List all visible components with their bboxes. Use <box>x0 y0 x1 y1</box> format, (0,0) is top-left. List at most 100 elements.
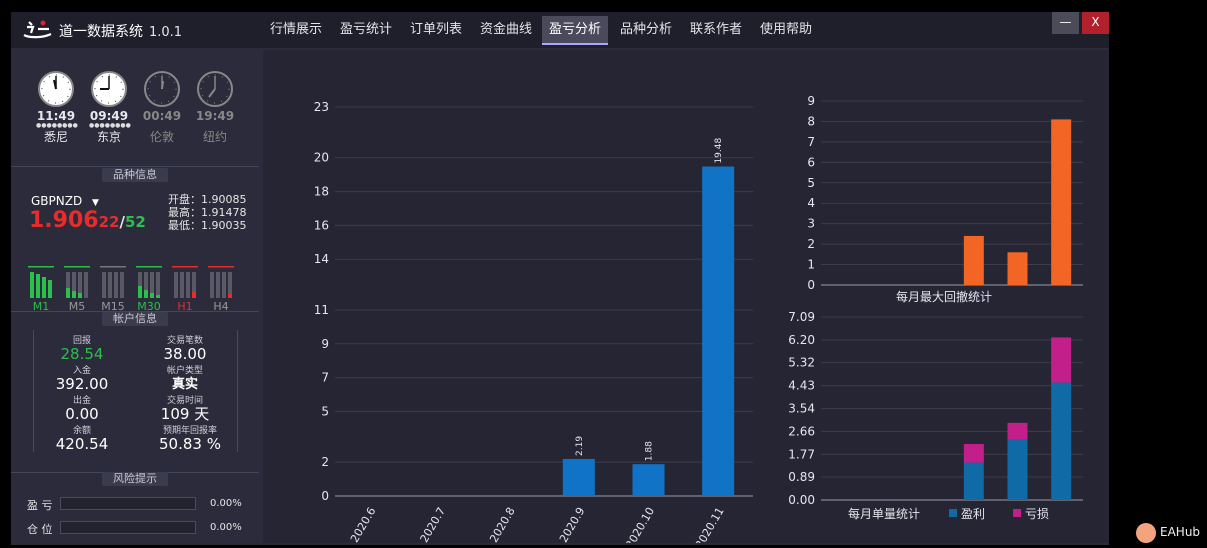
risk-pnl-value: 0.00% <box>210 498 242 509</box>
clock-city: 东京 <box>96 130 121 144</box>
y-tick-label: 5 <box>807 176 815 190</box>
quote-display: 1.90622/52 <box>29 208 146 233</box>
y-tick-label: 7.09 <box>788 310 815 324</box>
y-tick-label: 7 <box>807 135 815 149</box>
tab-symbol-analysis[interactable]: 品种分析 <box>614 16 678 43</box>
clock-time: 00:49 <box>142 109 182 123</box>
signal-meter-icon <box>136 266 162 298</box>
clock-city: 伦敦 <box>149 130 174 144</box>
y-tick-label: 9 <box>807 94 815 108</box>
y-tick-label: 16 <box>314 218 329 232</box>
account-withdrawal: 出金 0.00 <box>41 393 123 423</box>
account-return: 回报 28.54 <box>41 333 123 363</box>
ask-pips: 52 <box>124 213 146 231</box>
symbol-section-label: 品种信息 <box>102 168 168 182</box>
bar <box>1007 252 1028 285</box>
account-section-label: 帐户信息 <box>102 312 168 326</box>
stacked-bar-segment <box>1051 382 1072 500</box>
risk-position-value: 0.00% <box>210 522 242 533</box>
timeframe-h1[interactable]: H1 <box>171 266 199 313</box>
field-value: 真实 <box>171 377 198 392</box>
clock-face-icon <box>91 71 127 107</box>
x-tick-label: 2020.10 <box>623 505 657 543</box>
tab-help[interactable]: 使用帮助 <box>754 16 818 43</box>
chart-title: 每月单量统计 <box>848 506 920 521</box>
tab-pnl-stats[interactable]: 盈亏统计 <box>334 16 398 43</box>
tab-pnl-analysis[interactable]: 盈亏分析 <box>542 16 608 45</box>
y-tick-label: 2 <box>321 455 329 469</box>
close-button[interactable]: X <box>1082 12 1109 34</box>
y-tick-label: 7 <box>321 371 329 385</box>
app-version: 1.0.1 <box>149 25 183 40</box>
minimize-button[interactable]: — <box>1052 12 1079 34</box>
y-tick-label: 6.20 <box>788 333 815 347</box>
chevron-down-icon: ▼ <box>92 198 99 208</box>
clock-city: 纽约 <box>202 130 227 144</box>
tab-orders[interactable]: 订单列表 <box>404 16 468 43</box>
risk-position-bar <box>60 521 196 534</box>
bar <box>562 458 595 496</box>
x-tick-label: 2020.9 <box>557 505 588 543</box>
y-tick-label: 14 <box>314 252 329 266</box>
timeframe-h4[interactable]: H4 <box>207 266 235 313</box>
eahub-badge[interactable]: EAHub <box>1136 523 1201 543</box>
symbol-name: GBPNZD <box>31 194 83 208</box>
divider <box>33 330 34 452</box>
tab-equity-curve[interactable]: 资金曲线 <box>474 16 538 43</box>
timeframe-m5[interactable]: M5 <box>63 266 91 313</box>
field-label: 帐户类型 <box>166 366 203 376</box>
y-tick-label: 0 <box>807 278 815 292</box>
tab-contact[interactable]: 联系作者 <box>684 16 748 43</box>
account-trades: 交易笔数 38.00 <box>144 333 226 363</box>
signal-meter-icon <box>208 266 234 298</box>
badge-text: EAHub <box>1160 525 1201 539</box>
timeframe-m1[interactable]: M1 <box>27 266 55 313</box>
app-logo-icon <box>23 20 52 39</box>
x-tick-label: 2020.6 <box>348 505 379 543</box>
field-value: 0.00 <box>65 405 99 423</box>
clock-newyork: 19:49 纽约 <box>195 70 235 145</box>
field-value: 420.54 <box>55 435 109 453</box>
eahub-logo-icon <box>1136 523 1156 543</box>
account-type: 帐户类型 真实 <box>144 363 226 393</box>
risk-position-label: 仓 位 <box>27 523 53 536</box>
clock-sydney: 11:49 ●●●●●●●● 悉尼 <box>36 70 78 145</box>
y-tick-label: 2 <box>807 237 815 251</box>
y-tick-label: 18 <box>314 185 329 199</box>
data-label: 1.88 <box>645 441 655 461</box>
risk-section-label: 风险提示 <box>102 472 168 486</box>
stacked-bar-segment <box>1051 337 1072 383</box>
field-value: 109 天 <box>160 405 210 423</box>
symbol-selector[interactable]: GBPNZD ▼ <box>31 194 99 208</box>
account-annual-return: 预期年回报率 50.83 % <box>144 423 236 453</box>
chart-title: 每月最大回撤统计 <box>896 289 992 304</box>
field-value: 28.54 <box>60 345 104 363</box>
timeframe-m30[interactable]: M30 <box>135 266 163 313</box>
tab-market[interactable]: 行情展示 <box>264 16 328 43</box>
clock-time: 19:49 <box>195 109 235 123</box>
charts-svg: 025791114161820232020.6 2020.7 2020.82.192… <box>314 94 1083 548</box>
y-tick-label: 8 <box>807 114 815 128</box>
y-tick-label: 0.89 <box>788 470 815 484</box>
chart-area: 0 2 5 7 9 11 14 16 18 20 23 2020.6 2020.7 2020.8 2.19 2… <box>263 50 1109 548</box>
legend-label: 盈利 <box>961 507 985 521</box>
left-panel: 11:49 ●●●●●●●● 悉尼 09:49 ●●●●●●●● 东京 00:4… <box>11 48 259 545</box>
divider <box>11 166 259 167</box>
bar <box>963 235 984 285</box>
clock-london: 00:49 伦敦 <box>142 70 182 145</box>
signal-meter-icon <box>100 266 126 298</box>
legend-label: 亏损 <box>1025 507 1049 521</box>
field-value: 392.00 <box>55 375 109 393</box>
data-label: 19.48 <box>714 137 724 163</box>
y-tick-label: 20 <box>314 151 329 165</box>
signal-meter-icon <box>64 266 90 298</box>
timeframe-m15[interactable]: M15 <box>99 266 127 313</box>
field-value: 50.83 % <box>159 435 221 453</box>
x-tick-label: 2020.8 <box>487 505 518 543</box>
stacked-bar-segment <box>1007 439 1028 500</box>
risk-pnl-bar <box>60 497 196 510</box>
field-value: 38.00 <box>163 345 207 363</box>
y-tick-label: 0 <box>321 489 329 503</box>
account-trading-days: 交易时间 109 天 <box>144 393 226 423</box>
clock-face-icon <box>38 71 74 107</box>
